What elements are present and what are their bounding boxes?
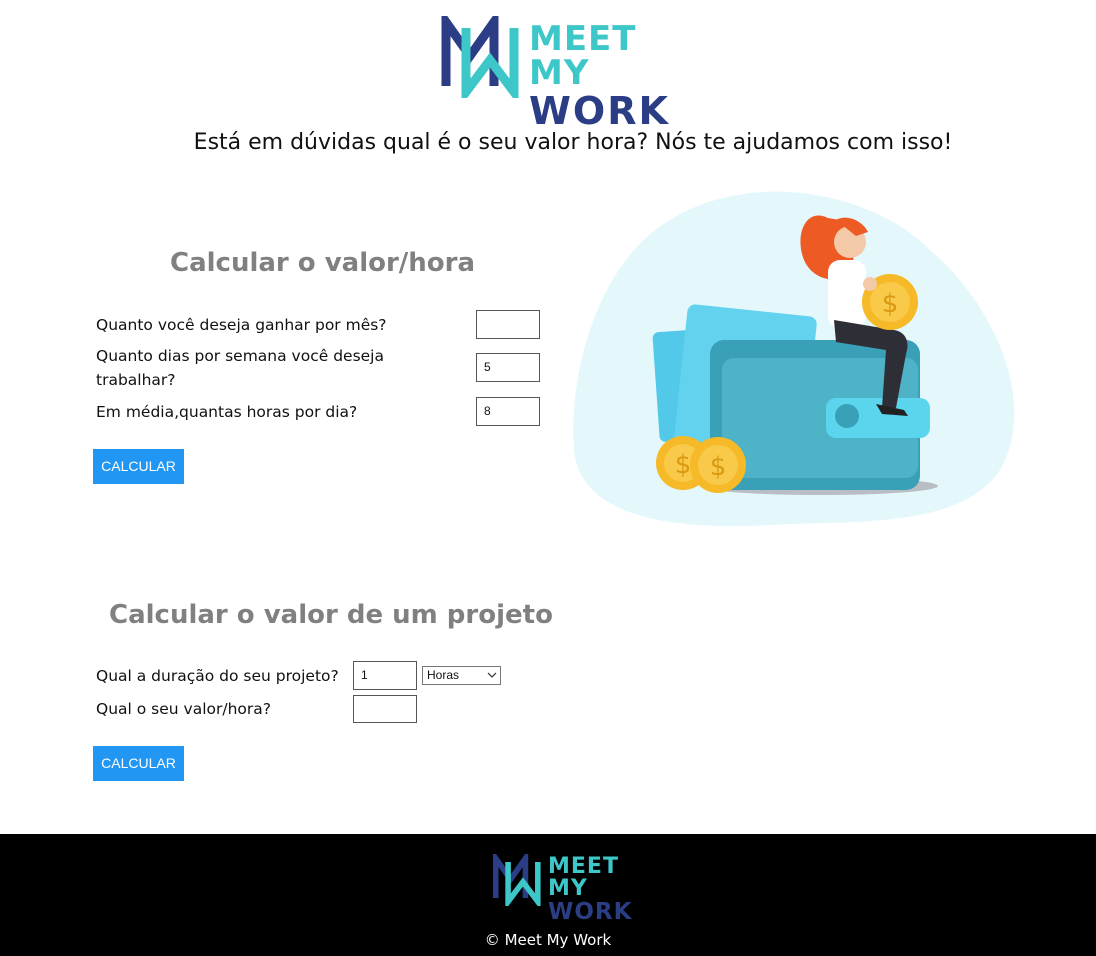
month-income-input[interactable] xyxy=(476,310,540,339)
calculate-project-button[interactable]: CALCULAR xyxy=(93,746,184,781)
hourly-rate-label: Qual o seu valor/hora? xyxy=(96,700,271,718)
copyright-text: © Meet My Work xyxy=(484,931,612,949)
project-duration-label: Qual a duração do seu projeto? xyxy=(96,667,339,685)
wallet-woman-coins-illustration-icon: $ $ $ xyxy=(573,191,1015,527)
duration-unit-value: Horas xyxy=(427,668,460,682)
hourly-section-title: Calcular o valor/hora xyxy=(170,248,476,278)
hourly-rate-input[interactable] xyxy=(353,695,417,723)
footer-brand-line2: WORK xyxy=(548,899,633,925)
duration-unit-select[interactable]: Horas xyxy=(422,666,501,685)
brand-line1: MEET MY xyxy=(529,19,637,93)
hours-per-day-input[interactable]: 8 xyxy=(476,397,540,426)
project-section-title: Calcular o valor de um projeto xyxy=(109,600,553,630)
brand-logo[interactable]: MEET MY WORK xyxy=(440,7,706,130)
brand-wordmark: MEET MY WORK xyxy=(529,16,706,130)
footer-wordmark: MEET MY WORK xyxy=(548,854,656,924)
month-income-label: Quanto você deseja ganhar por mês? xyxy=(96,316,387,334)
mw-logo-icon xyxy=(441,7,519,106)
calculate-hourly-button[interactable]: CALCULAR xyxy=(93,449,184,484)
footer-brand-line1: MEET MY xyxy=(548,854,619,901)
hours-per-day-label: Em média,quantas horas por dia? xyxy=(96,403,358,421)
days-per-week-label: Quanto dias por semana você deseja traba… xyxy=(96,347,384,389)
project-duration-input[interactable]: 1 xyxy=(353,661,417,690)
brand-line2: WORK xyxy=(529,89,670,133)
svg-text:$: $ xyxy=(882,289,899,319)
wallet-illustration: $ $ $ xyxy=(570,180,1026,540)
page-tagline: Está em dúvidas qual é o seu valor hora?… xyxy=(193,130,953,155)
mw-logo-footer-icon xyxy=(492,849,541,911)
svg-text:$: $ xyxy=(675,450,692,480)
days-per-week-input[interactable]: 5 xyxy=(476,353,540,382)
page-footer: MEET MY WORK © Meet My Work xyxy=(0,834,1096,956)
footer-logo[interactable]: MEET MY WORK xyxy=(492,849,656,924)
chevron-down-icon xyxy=(487,668,497,688)
svg-text:$: $ xyxy=(710,452,727,482)
